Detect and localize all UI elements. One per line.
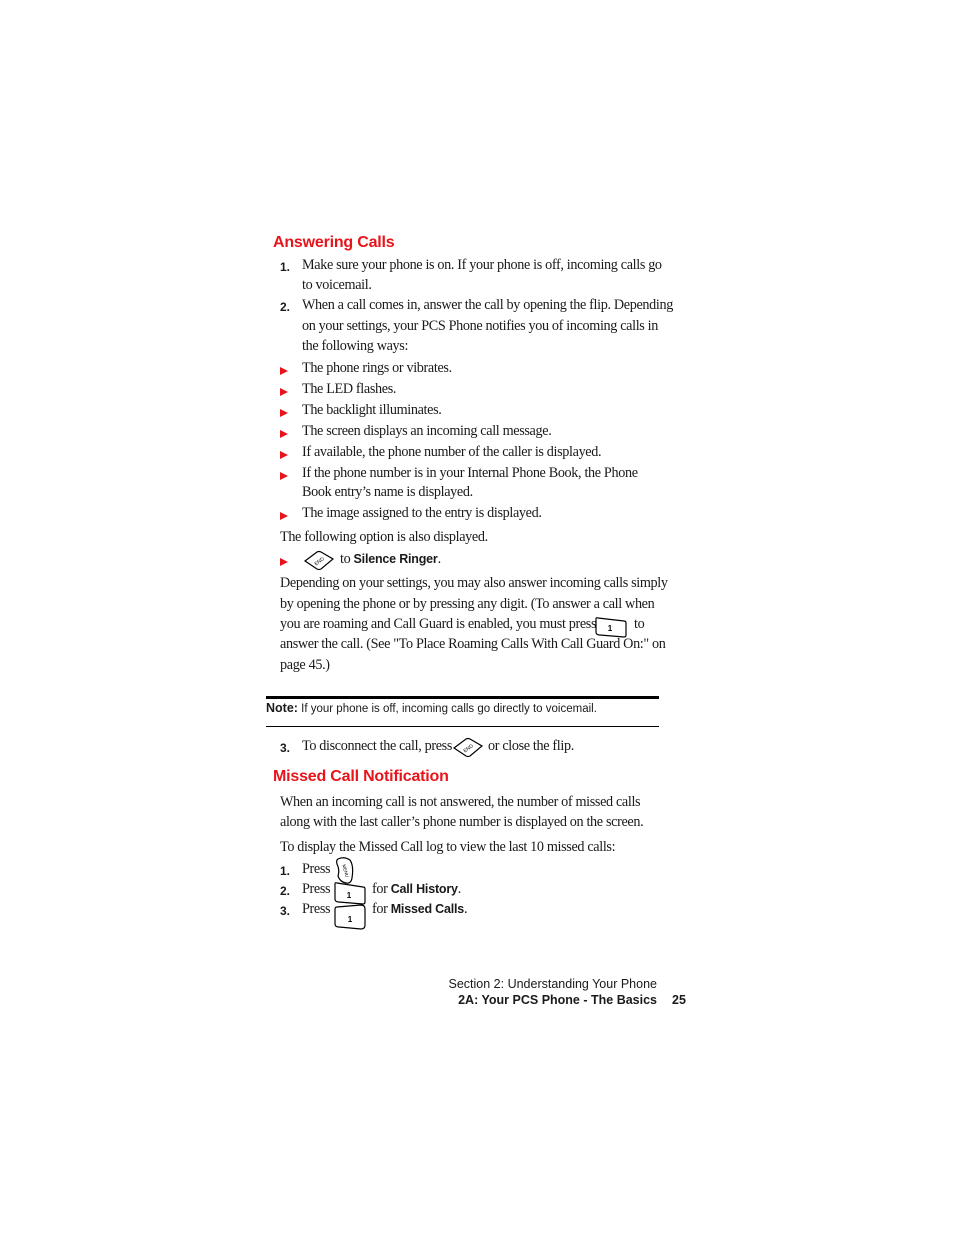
list-item: If available, the phone number of the ca… (302, 444, 602, 460)
paragraph-line: When an incoming call is not answered, t… (280, 794, 641, 810)
bullet-arrow-icon (280, 451, 288, 459)
svg-text:1: 1 (608, 624, 613, 633)
list-item: The LED flashes. (302, 381, 397, 397)
step-text: the following ways: (302, 338, 409, 354)
paragraph-line: you are roaming and Call Guard is enable… (280, 616, 597, 632)
svg-text:END: END (463, 743, 475, 754)
bullet-arrow-icon (280, 558, 288, 566)
step-number: 3. (280, 904, 291, 918)
end-key-icon: END (303, 549, 335, 576)
heading-missed-call-notification: Missed Call Notification (273, 768, 449, 785)
svg-text:1: 1 (347, 891, 352, 900)
step-text: When a call comes in, answer the call by… (302, 297, 673, 313)
note-bottom-rule (266, 726, 659, 727)
step-number: 3. (280, 741, 291, 755)
option-end: . (437, 551, 442, 567)
bullet-arrow-icon (280, 367, 288, 375)
step-end: . (464, 901, 468, 917)
step-text: on your settings, your PCS Phone notifie… (302, 318, 659, 334)
page-number: 25 (672, 993, 686, 1007)
step-end: . (457, 881, 462, 897)
paragraph-line: Depending on your settings, you may also… (280, 575, 668, 591)
list-item: The image assigned to the entry is displ… (302, 505, 542, 521)
svg-text:MENU: MENU (341, 864, 349, 878)
step-text: for Missed Calls. (372, 901, 468, 918)
step-number: 2. (280, 884, 291, 898)
paragraph-line: page 45.) (280, 657, 330, 673)
step-text: Make sure your phone is on. If your phon… (302, 257, 662, 273)
step-press: Press (302, 861, 331, 877)
step-number: 1. (280, 260, 291, 274)
bullet-arrow-icon (280, 388, 288, 396)
list-item: The phone rings or vibrates. (302, 360, 452, 376)
note: Note: If your phone is off, incoming cal… (266, 701, 597, 715)
svg-text:1: 1 (348, 915, 353, 924)
one-key-icon: 1 (333, 903, 367, 936)
option-to: to (340, 551, 351, 567)
bullet-arrow-icon (280, 512, 288, 520)
step-for: for (372, 881, 388, 897)
heading-answering-calls: Answering Calls (273, 234, 395, 251)
bullet-arrow-icon (280, 409, 288, 417)
step-press: Press (302, 901, 331, 917)
missed-calls-label: Missed Calls (390, 902, 465, 916)
step-press: Press (302, 881, 331, 897)
step-text: for Call History. (372, 881, 461, 898)
bullet-arrow-icon (280, 472, 288, 480)
step-number: 1. (280, 864, 291, 878)
footer-chapter: 2A: Your PCS Phone - The Basics (458, 993, 657, 1007)
end-key-icon: END (452, 736, 484, 763)
note-top-rule (266, 696, 659, 699)
step-for: for (372, 901, 388, 917)
list-item: The screen displays an incoming call mes… (302, 423, 552, 439)
note-label: Note: (266, 701, 298, 715)
call-history-label: Call History (390, 882, 458, 896)
intro-line: To display the Missed Call log to view t… (280, 839, 616, 855)
paragraph-line: answer the call. (See "To Place Roaming … (280, 636, 666, 652)
option-line: to Silence Ringer. (340, 551, 441, 568)
note-text: If your phone is off, incoming calls go … (301, 703, 597, 715)
svg-text:END: END (314, 556, 326, 567)
paragraph-line: to (634, 616, 645, 632)
paragraph-line: along with the last caller’s phone numbe… (280, 814, 644, 830)
paragraph-line: by opening the phone or by pressing any … (280, 596, 655, 612)
step-text: to voicemail. (302, 277, 372, 293)
bullet-arrow-icon (280, 430, 288, 438)
silence-ringer-label: Silence Ringer (353, 552, 438, 566)
option-intro: The following option is also displayed. (280, 529, 488, 545)
step-text: To disconnect the call, press (302, 738, 452, 754)
list-item-continuation: Book entry’s name is displayed. (302, 484, 473, 500)
step-text: or close the flip. (488, 738, 574, 754)
step-number: 2. (280, 300, 291, 314)
list-item: The backlight illuminates. (302, 402, 442, 418)
footer-section: Section 2: Understanding Your Phone (448, 977, 658, 991)
list-item: If the phone number is in your Internal … (302, 465, 638, 481)
